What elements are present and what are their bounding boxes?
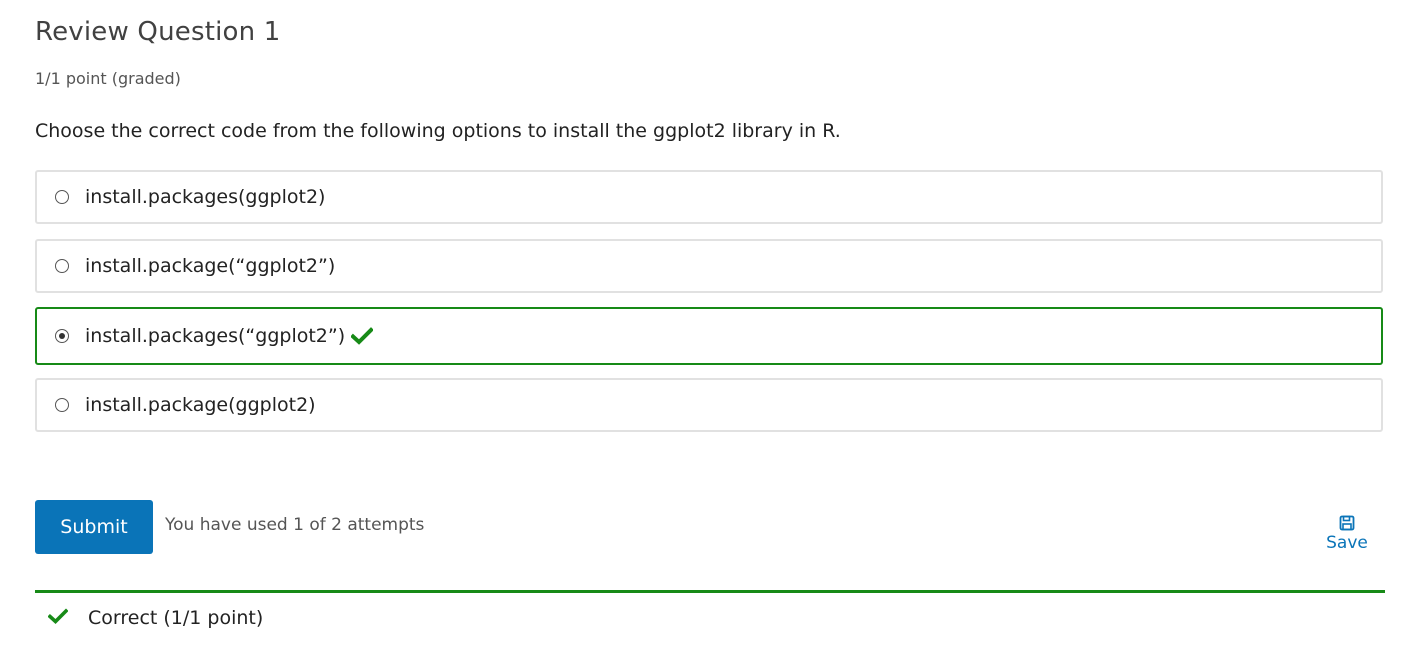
option-1[interactable]: install.packages(ggplot2) — [35, 170, 1383, 224]
result-divider — [35, 590, 1385, 593]
result-label: Correct (1/1 point) — [88, 607, 264, 629]
option-2[interactable]: install.package(“ggplot2”) — [35, 239, 1383, 293]
problem-container: Review Question 1 1/1 point (graded) Cho… — [0, 0, 1414, 662]
check-icon — [47, 608, 69, 628]
save-label: Save — [1326, 533, 1368, 553]
result-status: Correct (1/1 point) — [47, 607, 264, 629]
option-label: install.package(ggplot2) — [85, 394, 316, 416]
save-icon — [1318, 515, 1376, 531]
question-points: 1/1 point (graded) — [35, 69, 181, 88]
option-3[interactable]: install.packages(“ggplot2”) — [35, 307, 1383, 365]
option-label: install.packages(“ggplot2”) — [85, 325, 346, 347]
check-icon — [351, 327, 374, 345]
option-label: install.package(“ggplot2”) — [85, 255, 336, 277]
option-4[interactable]: install.package(ggplot2) — [35, 378, 1383, 432]
option-label: install.packages(ggplot2) — [85, 186, 326, 208]
question-title: Review Question 1 — [35, 17, 281, 47]
radio-button[interactable] — [55, 190, 69, 204]
radio-button[interactable] — [55, 398, 69, 412]
save-button[interactable]: Save — [1318, 515, 1376, 553]
radio-button[interactable] — [55, 259, 69, 273]
submit-button[interactable]: Submit — [35, 500, 153, 554]
attempts-text: You have used 1 of 2 attempts — [165, 515, 425, 535]
radio-button-selected[interactable] — [55, 329, 69, 343]
question-prompt: Choose the correct code from the followi… — [35, 120, 841, 142]
